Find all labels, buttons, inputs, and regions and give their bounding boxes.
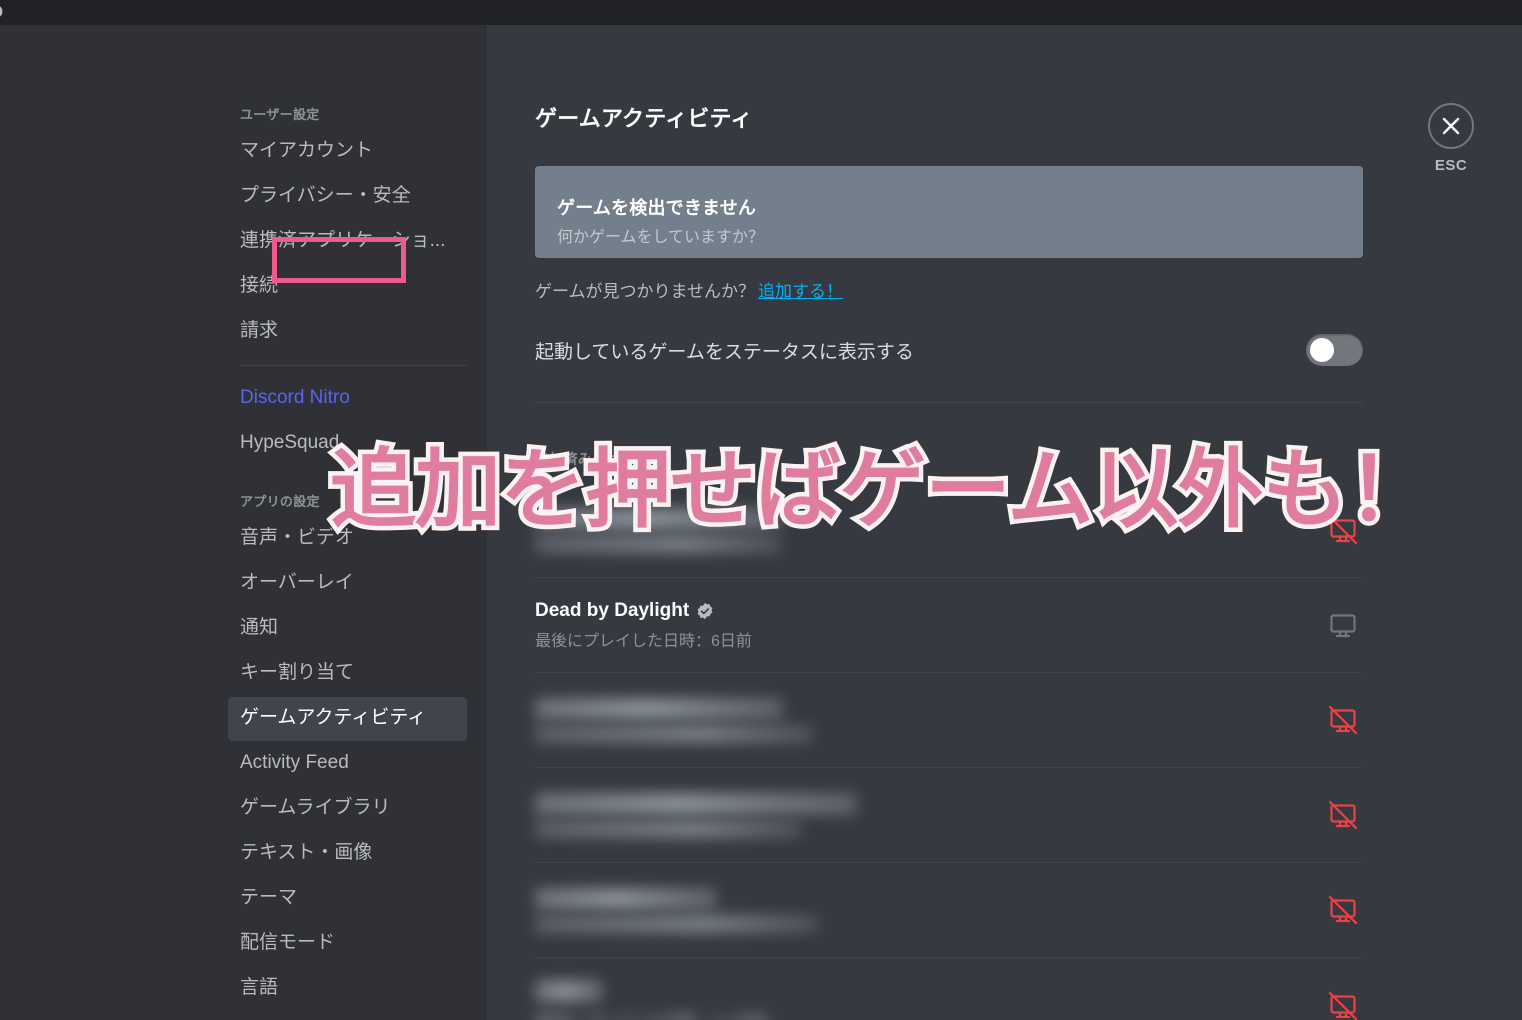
- game-info: 最後にプレイした日時：1ヶ月前: [535, 980, 768, 1020]
- display-game-status-row: 起動しているゲームをステータスに表示する: [535, 328, 1363, 372]
- game-not-found-label: ゲームが見つかりませんか？: [535, 281, 755, 301]
- sidebar-item-[interactable]: テーマ: [228, 877, 467, 921]
- section-divider: [535, 402, 1363, 403]
- discord-wordmark-logo: RD: [0, 2, 4, 23]
- game-name: [535, 507, 783, 530]
- added-games-list: Dead by Daylight 最後にプレイした日時：6日前最後にプレイした日時…: [535, 483, 1363, 1020]
- monitor-off-icon[interactable]: [1323, 890, 1363, 930]
- game-last-played: 最後にプレイした日時：1ヶ月前: [535, 1007, 768, 1020]
- sidebar-item-[interactable]: 言語: [228, 967, 467, 1011]
- sidebar-item-[interactable]: 接続: [228, 265, 467, 309]
- sidebar-item-windows[interactable]: Windows設定: [228, 1012, 467, 1020]
- game-activity-panel: ゲームアクティビティ ゲームを検出できません 何かゲームをしていますか？ ゲーム…: [535, 25, 1410, 1020]
- monitor-off-icon[interactable]: [1323, 795, 1363, 835]
- settings-nav-list: ユーザー設定マイアカウント プライバシー・安全 連携済アプリケーショ... 接続 請求 D…: [228, 25, 487, 1020]
- sidebar-item-discordnitro[interactable]: Discord Nitro: [228, 377, 467, 421]
- sidebar-item-activityfeed[interactable]: Activity Feed: [228, 742, 467, 786]
- table-row[interactable]: 最後にプレイした日時：1ヶ月前: [535, 958, 1363, 1020]
- game-last-played: [535, 914, 817, 933]
- game-name: [535, 792, 857, 815]
- sidebar-section-gap: [228, 467, 487, 485]
- game-info: [535, 697, 813, 743]
- sidebar-item-hypesquad[interactable]: HypeSquad: [228, 422, 467, 466]
- sidebar-item-[interactable]: キー割り当て: [228, 652, 467, 696]
- sidebar-section-header: アプリの設定: [240, 494, 320, 509]
- game-last-played: [535, 724, 813, 743]
- sidebar-section-header: ユーザー設定: [240, 107, 320, 122]
- sidebar-item-[interactable]: オーバーレイ: [228, 562, 467, 606]
- sidebar-item-[interactable]: マイアカウント: [228, 130, 467, 174]
- game-info: [535, 887, 817, 933]
- display-game-status-label: 起動しているゲームをステータスに表示する: [535, 341, 914, 363]
- detection-subtitle: 何かゲームをしていますか？: [557, 229, 765, 246]
- monitor-icon[interactable]: [1323, 605, 1363, 645]
- monitor-off-icon[interactable]: [1323, 700, 1363, 740]
- sidebar-item-[interactable]: テキスト・画像: [228, 832, 467, 876]
- game-name: [535, 887, 717, 910]
- game-info: Dead by Daylight 最後にプレイした日時：6日前: [535, 600, 752, 651]
- page-title: ゲームアクティビティ: [535, 106, 753, 131]
- sidebar-item-[interactable]: ゲームライブラリ: [228, 787, 467, 831]
- close-icon: [1428, 103, 1474, 149]
- sidebar-item-[interactable]: 通知: [228, 607, 467, 651]
- game-last-played: [535, 534, 781, 553]
- detection-title: ゲームを検出できません: [557, 198, 757, 218]
- game-detection-box: ゲームを検出できません 何かゲームをしていますか？: [535, 166, 1363, 258]
- game-name: [535, 980, 603, 1002]
- discord-user-settings-window: RD ユーザー設定マイアカウントプライバシー・安全連携済アプリケーショ...接続…: [0, 0, 1522, 1020]
- sidebar-item-[interactable]: 配信モード: [228, 922, 467, 966]
- sidebar-item-[interactable]: プライバシー・安全: [228, 175, 467, 219]
- sidebar-item-[interactable]: 音声・ビデオ: [228, 517, 467, 561]
- table-row[interactable]: [535, 863, 1363, 958]
- game-last-played: 最後にプレイした日時：6日前: [535, 632, 752, 650]
- sidebar-item-[interactable]: 連携済アプリケーショ...: [228, 220, 467, 264]
- added-games-label: 追加済みのゲーム: [535, 451, 649, 467]
- toggle-knob: [1310, 338, 1334, 362]
- window-titlebar: RD: [0, 0, 1522, 25]
- table-row[interactable]: [535, 483, 1363, 578]
- verified-badge-icon: [696, 602, 714, 620]
- add-game-link[interactable]: 追加する！: [758, 277, 843, 302]
- table-row[interactable]: [535, 768, 1363, 863]
- monitor-off-icon[interactable]: [1323, 986, 1363, 1020]
- settings-sidebar: ユーザー設定マイアカウント プライバシー・安全 連携済アプリケーショ... 接続 請求 D…: [0, 25, 487, 1020]
- close-settings-label: ESC: [1434, 157, 1468, 174]
- sidebar-divider: [240, 365, 467, 366]
- game-name: [535, 697, 783, 720]
- display-game-status-toggle[interactable]: [1306, 334, 1363, 366]
- settings-content-panel: ゲームアクティビティ ゲームを検出できません 何かゲームをしていますか？ ゲーム…: [487, 25, 1522, 1020]
- game-name: Dead by Daylight: [535, 600, 752, 622]
- monitor-off-icon[interactable]: [1323, 510, 1363, 550]
- close-settings-button[interactable]: ESC: [1408, 103, 1494, 174]
- game-last-played: [535, 819, 801, 838]
- table-row[interactable]: [535, 673, 1363, 768]
- game-not-found-row: ゲームが見つかりませんか？ 追加する！: [535, 274, 1410, 304]
- table-row[interactable]: Dead by Daylight 最後にプレイした日時：6日前: [535, 578, 1363, 673]
- game-info: [535, 507, 783, 553]
- sidebar-item-[interactable]: 請求: [228, 310, 467, 354]
- game-info: [535, 792, 857, 838]
- sidebar-item-[interactable]: ゲームアクティビティ: [228, 697, 467, 741]
